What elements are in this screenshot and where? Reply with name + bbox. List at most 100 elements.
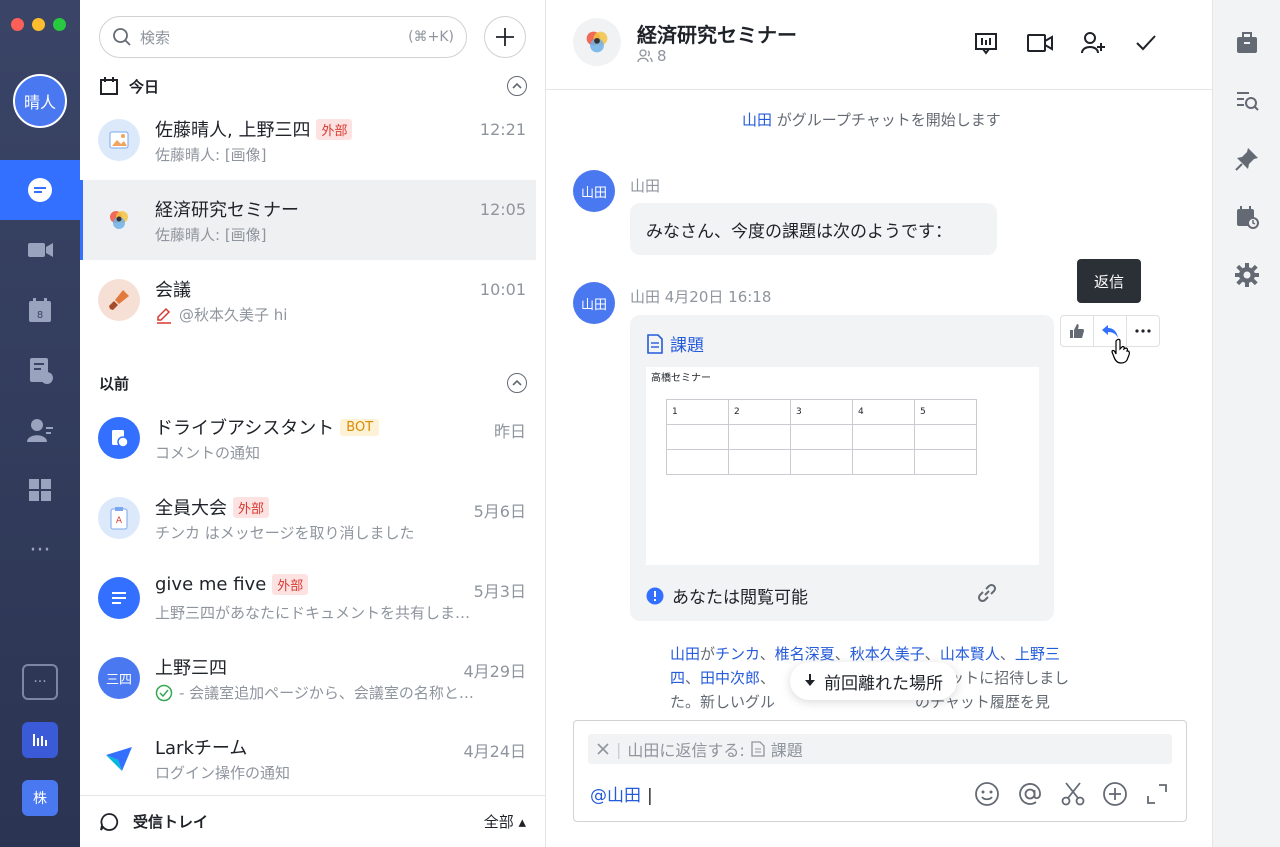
external-tag: 外部 bbox=[233, 496, 270, 518]
jump-to-last-read-button[interactable]: 前回離れた場所 bbox=[790, 662, 957, 700]
arrow-down-icon bbox=[805, 674, 815, 686]
inbox-filter-dropdown[interactable]: 全部 ▴ bbox=[484, 811, 526, 832]
external-tag: 外部 bbox=[316, 118, 353, 140]
info-icon bbox=[646, 587, 664, 604]
chat-item[interactable]: 佐藤晴人, 上野三四 外部 12:21 佐藤晴人: [画像] bbox=[80, 100, 536, 180]
screenshot-button[interactable] bbox=[1058, 779, 1088, 809]
thumbs-up-icon bbox=[1070, 324, 1084, 338]
chat-avatar bbox=[98, 199, 140, 241]
chat-preview: チンカ はメッセージを取り消しました bbox=[155, 524, 415, 542]
close-window-button[interactable] bbox=[11, 18, 24, 31]
message-bubble: みなさん、今度の課題は次のようです： bbox=[630, 203, 997, 255]
system-user-link[interactable]: 山田 bbox=[742, 111, 772, 129]
workplace-nav[interactable] bbox=[0, 460, 80, 520]
invitee-link[interactable]: 秋本久美子 bbox=[850, 645, 925, 663]
section-earlier-label: 以前 bbox=[99, 374, 130, 393]
chat-avatar bbox=[98, 119, 140, 161]
invitee-link[interactable]: 椎名深夏 bbox=[775, 645, 835, 663]
attach-more-button[interactable] bbox=[1100, 779, 1130, 809]
like-button[interactable] bbox=[1061, 316, 1094, 346]
doc-card[interactable]: 課題 高橋セミナー 12345 あなたは閲覧可能 bbox=[630, 315, 1054, 621]
more-apps-button[interactable]: ··· bbox=[0, 520, 80, 580]
contacts-nav[interactable] bbox=[0, 400, 80, 460]
message-composer[interactable]: | 山田に返信する: 課題 @山田 | bbox=[573, 720, 1187, 822]
chat-avatar bbox=[98, 279, 140, 321]
board-icon bbox=[975, 33, 997, 55]
chat-item[interactable]: A 全員大会 外部 5月6日 チンカ はメッセージを取り消しました bbox=[80, 478, 536, 558]
group-avatar[interactable] bbox=[573, 18, 621, 66]
reply-preview-bar: | 山田に返信する: 課題 bbox=[588, 734, 1172, 764]
message-input[interactable]: @山田 | bbox=[590, 781, 653, 806]
chat-item[interactable]: 三四 上野三四 4月29日 - 会議室追加ページから、会議室の名称と… bbox=[80, 638, 536, 718]
chat-title: 経済研究セミナー bbox=[637, 23, 797, 47]
invitee-link[interactable]: チンカ bbox=[715, 645, 760, 663]
cloud-doc-icon bbox=[30, 358, 53, 384]
new-chat-button[interactable] bbox=[484, 16, 526, 58]
doc-title-link[interactable]: 課題 bbox=[646, 331, 704, 356]
group-toolbox-button[interactable] bbox=[1232, 28, 1262, 58]
chat-item[interactable]: give me five 外部 5月3日 上野三四があなたにドキュメントを共有しま… bbox=[80, 558, 536, 638]
invitee-link[interactable]: 上野三 bbox=[1015, 645, 1060, 663]
emoji-button[interactable] bbox=[972, 779, 1002, 809]
ellipsis-icon bbox=[1135, 329, 1151, 333]
search-box[interactable]: 検索 (⌘+K) bbox=[99, 16, 467, 58]
my-avatar[interactable]: 晴人 bbox=[13, 74, 67, 128]
collapse-today-button[interactable] bbox=[507, 76, 527, 96]
chat-item[interactable]: ドライブアシスタント BOT 昨日 コメントの通知 bbox=[80, 398, 536, 478]
doc-preview[interactable]: 高橋セミナー 12345 bbox=[646, 367, 1039, 565]
mention-button[interactable] bbox=[1015, 779, 1045, 809]
chat-preview: 佐藤晴人: [画像] bbox=[155, 226, 267, 244]
chat-avatar: A bbox=[98, 497, 140, 539]
expand-editor-button[interactable] bbox=[1142, 779, 1172, 809]
video-meeting-nav[interactable] bbox=[0, 220, 80, 280]
add-member-button[interactable] bbox=[1078, 28, 1108, 58]
chat-settings-button[interactable] bbox=[1232, 260, 1262, 290]
sender-name: 山田 bbox=[630, 177, 661, 195]
chat-item[interactable]: 会議 10:01 @秋本久美子 hi bbox=[80, 260, 536, 340]
section-earlier: 以前 bbox=[99, 371, 527, 395]
close-icon[interactable] bbox=[596, 742, 610, 756]
calendar-nav[interactable]: 8 bbox=[0, 280, 80, 340]
announcement-button[interactable] bbox=[971, 28, 1001, 58]
video-camera-icon bbox=[1027, 34, 1053, 52]
message-meta: 山田 4月20日 16:18 bbox=[630, 288, 772, 306]
chat-time: 5月6日 bbox=[473, 502, 526, 521]
invitee-link[interactable]: 田中次郎 bbox=[700, 669, 760, 687]
sender-avatar[interactable]: 山田 bbox=[573, 170, 615, 212]
invitee-link[interactable]: 山本賢人 bbox=[940, 645, 1000, 663]
briefcase-icon bbox=[1237, 32, 1257, 53]
seminar-logo-icon bbox=[110, 211, 128, 229]
pinned-button[interactable] bbox=[1232, 144, 1262, 174]
chat-panel: 経済研究セミナー 8 山田 がグループチャットを開始します 山田 山田 みなさん… bbox=[546, 0, 1212, 847]
chat-item-selected[interactable]: 経済研究セミナー 12:05 佐藤晴人: [画像] bbox=[80, 180, 536, 260]
draft-pencil-icon bbox=[157, 307, 171, 324]
member-count[interactable]: 8 bbox=[637, 47, 667, 65]
scissors-icon bbox=[1061, 782, 1085, 806]
invite-user-link[interactable]: 山田 bbox=[670, 645, 700, 663]
more-apps-icon[interactable]: ··· bbox=[22, 664, 58, 700]
smiley-icon bbox=[975, 782, 999, 806]
invitee-link[interactable]: 四 bbox=[670, 669, 685, 687]
doc-permission: あなたは閲覧可能 bbox=[646, 583, 808, 608]
messenger-nav[interactable] bbox=[0, 160, 80, 220]
search-placeholder: 検索 bbox=[140, 28, 171, 47]
calendar-schedule-button[interactable] bbox=[1232, 202, 1262, 232]
sender-avatar[interactable]: 山田 bbox=[573, 282, 615, 324]
workspace-avatar[interactable]: 株 bbox=[22, 780, 58, 816]
minimize-window-button[interactable] bbox=[32, 18, 45, 31]
chat-time: 12:21 bbox=[479, 120, 526, 139]
chat-name: 佐藤晴人, 上野三四 外部 bbox=[155, 116, 353, 142]
video-call-button[interactable] bbox=[1025, 28, 1055, 58]
reply-label: 山田に返信する: bbox=[627, 741, 745, 760]
reply-doc-name: 課題 bbox=[770, 741, 803, 760]
collapse-earlier-button[interactable] bbox=[507, 373, 527, 393]
docs-nav[interactable] bbox=[0, 340, 80, 400]
chevron-up-icon bbox=[512, 379, 522, 386]
inbox-label[interactable]: 受信トレイ bbox=[133, 811, 208, 832]
chat-item[interactable]: Larkチーム 4月24日 ログイン操作の通知 bbox=[80, 718, 536, 798]
copy-link-button[interactable] bbox=[975, 581, 999, 609]
analytics-app-icon[interactable] bbox=[22, 722, 58, 758]
search-history-button[interactable] bbox=[1232, 86, 1262, 116]
maximize-window-button[interactable] bbox=[53, 18, 66, 31]
mark-done-button[interactable] bbox=[1131, 28, 1161, 58]
